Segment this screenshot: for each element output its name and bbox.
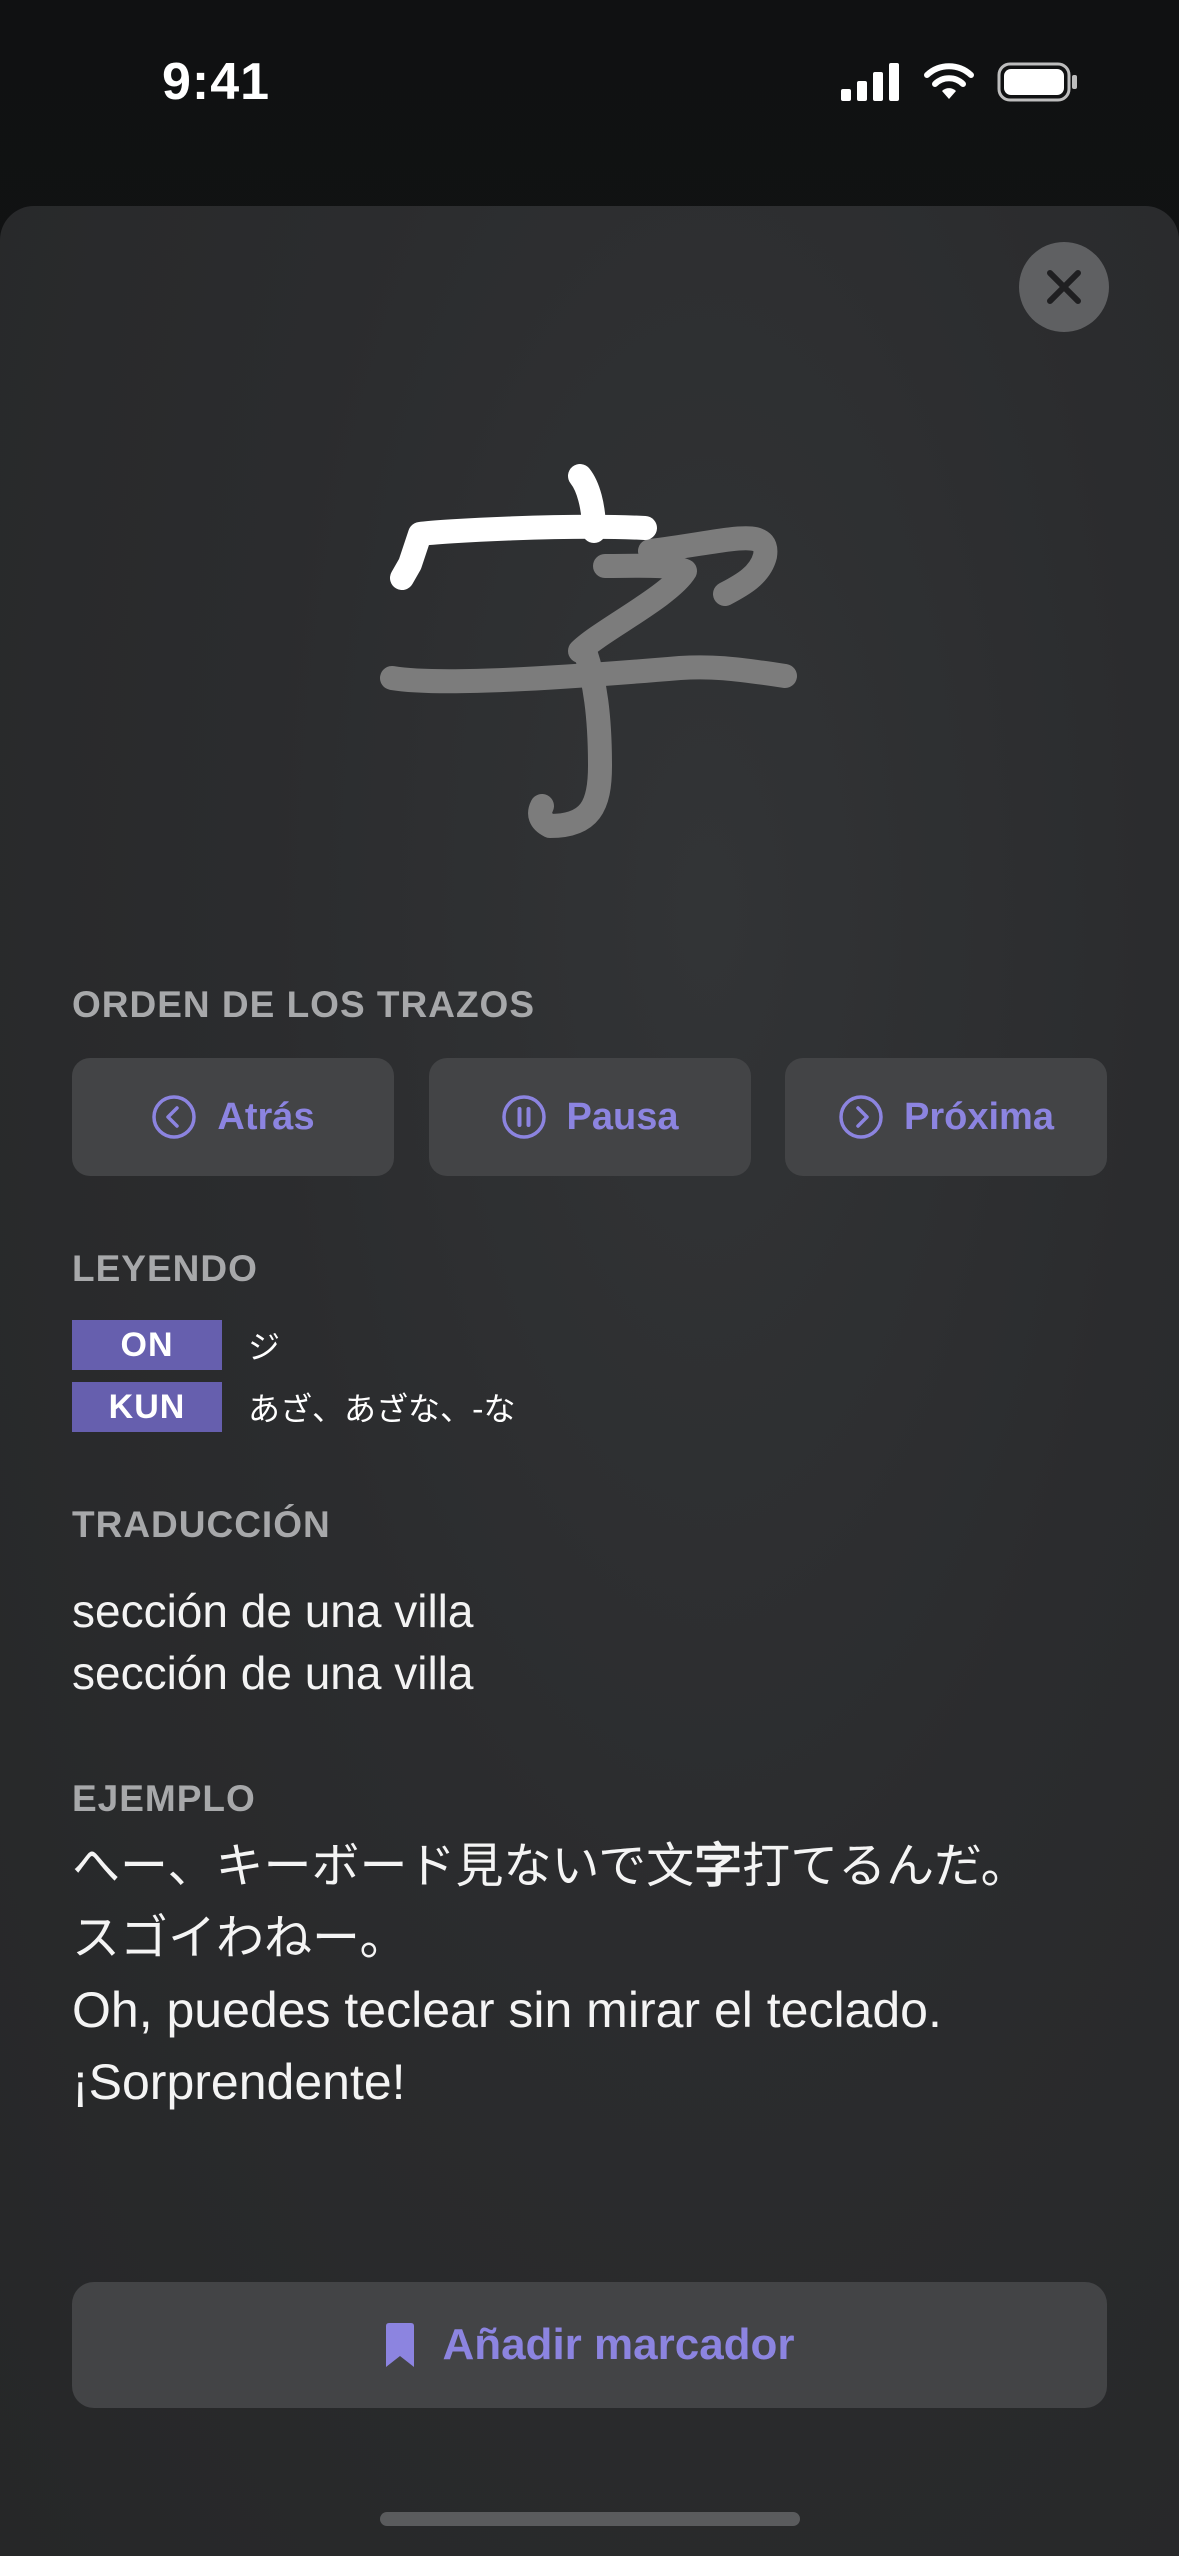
status-time: 9:41 [162,53,271,111]
example-text: へー、キーボード見ないで文字打てるんだ。スゴイわねー。 Oh, puedes t… [72,1830,1072,2118]
cellular-signal-icon [841,63,899,101]
example-jp-highlight: 字 [694,1838,743,1894]
next-button[interactable]: Próxima [785,1058,1107,1176]
kanji-detail-screen: 9:41 ORDEN DE LOS TRAZOS Atrás Pausa Pró… [0,0,1179,2556]
home-indicator[interactable] [380,2512,800,2526]
reading-row-kun: KUN あざ、あざな、-な [72,1382,516,1432]
example-jp-before: へー、キーボード見ないで文 [72,1838,695,1894]
battery-icon [997,62,1077,102]
reading-row-on: ON ジ [72,1320,280,1370]
reading-value-on: ジ [248,1328,281,1366]
wifi-icon [924,63,974,99]
example-heading: EJEMPLO [72,1778,256,1819]
bookmark-icon [386,2323,415,2367]
stroke-order-controls: Atrás Pausa Próxima [72,1058,1107,1176]
next-label: Próxima [904,1095,1054,1138]
reading-value-kun: あざ、あざな、-な [248,1390,516,1428]
pause-circle-icon [501,1095,546,1139]
stroke-4 [568,553,697,663]
close-icon [1047,270,1081,304]
status-icons [841,62,1079,102]
stroke-order-heading: ORDEN DE LOS TRAZOS [72,984,536,1025]
add-bookmark-button[interactable]: Añadir marcador [72,2282,1107,2408]
pause-button[interactable]: Pausa [428,1058,751,1176]
add-bookmark-label: Añadir marcador [442,2320,795,2369]
back-label: Atrás [217,1095,315,1138]
stroke-6 [380,655,797,694]
back-button[interactable]: Atrás [72,1058,394,1176]
translation-heading: TRADUCCIÓN [72,1504,331,1545]
translation-text: sección de una villa sección de una vill… [72,1580,473,1704]
kanji-stroke-canvas [380,446,800,866]
translation-line: sección de una villa [72,1647,474,1699]
kanji-sheet: ORDEN DE LOS TRAZOS Atrás Pausa Próxima … [0,206,1179,2556]
reading-badge-on: ON [72,1320,222,1370]
example-translation: Oh, puedes teclear sin mirar el teclado.… [72,1982,942,2110]
chevron-right-circle-icon [839,1095,883,1139]
pause-label: Pausa [566,1095,679,1138]
chevron-left-circle-icon [152,1095,197,1139]
translation-line: sección de una villa [72,1585,474,1637]
readings-heading: LEYENDO [72,1248,258,1289]
example-japanese: へー、キーボード見ないで文字打てるんだ。スゴイわねー。 [72,1830,1072,1974]
close-button[interactable] [1019,242,1109,332]
kanji-strokes [380,464,797,838]
status-bar: 9:41 [0,0,1179,180]
reading-badge-kun: KUN [72,1382,222,1432]
